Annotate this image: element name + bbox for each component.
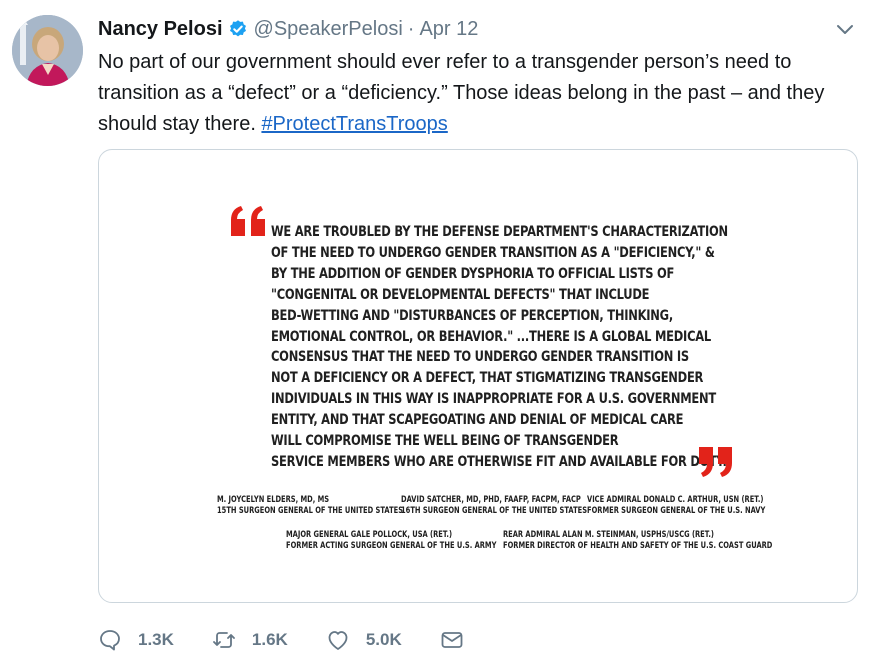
quote-line: individuals in this way is inappropriate… — [271, 391, 716, 408]
chevron-down-icon[interactable] — [836, 21, 854, 39]
author-handle[interactable]: @SpeakerPelosi — [254, 18, 403, 41]
profile-photo — [12, 15, 83, 86]
reply-icon — [100, 630, 120, 651]
quote-line: consensus that the need to undergo gende… — [271, 349, 689, 366]
signature-pollock: Major General Gale Pollock, USA (Ret.) F… — [286, 530, 496, 552]
tweet-header: Nancy Pelosi @SpeakerPelosi · Apr 12 — [98, 16, 478, 42]
signature-elders: M. Joycelyn Elders, MD, MS 15th Surgeon … — [217, 495, 403, 517]
hashtag-link[interactable]: #ProtectTransTroops — [261, 113, 447, 135]
retweet-button[interactable]: 1.6K — [212, 628, 288, 652]
separator-dot: · — [407, 17, 415, 40]
signature-title: Former Acting Surgeon General of the U.S… — [286, 541, 497, 551]
envelope-icon — [441, 632, 463, 648]
tweet-text: No part of our government should ever re… — [98, 47, 848, 140]
signature-satcher: David Satcher, MD, PhD, FAAFP, FACPM, FA… — [401, 495, 587, 517]
quote-line: We are troubled by the Defense Departmen… — [271, 224, 728, 240]
signature-title: Former Director of Health and Safety of … — [503, 541, 773, 551]
tweet-date[interactable]: Apr 12 — [419, 18, 478, 41]
open-quote-icon — [231, 206, 265, 236]
quote-line: "congenital or developmental defects" th… — [271, 286, 650, 303]
quote-text: We are troubled by the Defense Departmen… — [271, 222, 728, 473]
quote-line: will compromise the well being of transg… — [271, 433, 619, 450]
signature-name: David Satcher, MD, PhD, FAAFP, FACPM, FA… — [401, 495, 581, 505]
quote-line: service members who are otherwise fit an… — [271, 453, 727, 470]
direct-message-button[interactable] — [440, 628, 480, 652]
retweet-count: 1.6K — [251, 630, 288, 649]
quote-line: bed-wetting and "disturbances of percept… — [271, 307, 673, 324]
quote-line: not a deficiency or a defect, that stigm… — [271, 370, 704, 387]
signature-title: Former Surgeon General of the U.S. Navy — [587, 506, 766, 516]
quote-line: by the addition of gender dysphoria to o… — [271, 265, 675, 282]
heart-icon — [328, 631, 348, 650]
signature-title: 15th Surgeon General of the United State… — [217, 506, 404, 516]
signature-name: M. Joycelyn Elders, MD, MS — [217, 495, 330, 505]
signature-name: Major General Gale Pollock, USA (Ret.) — [286, 530, 453, 540]
signature-name: Vice Admiral Donald C. Arthur, USN (Ret.… — [587, 495, 764, 505]
signature-name: Rear Admiral Alan M. Steinman, USPHS/USC… — [503, 530, 714, 540]
tweet-body: No part of our government should ever re… — [98, 51, 825, 135]
close-quote-icon — [699, 447, 732, 477]
signature-title: 16th Surgeon General of the United State… — [401, 506, 588, 516]
retweet-icon — [213, 632, 235, 648]
signature-steinman: Rear Admiral Alan M. Steinman, USPHS/USC… — [503, 530, 772, 552]
quote-line: entity, and that scapegoating and denial… — [271, 412, 684, 429]
verified-badge-icon — [229, 20, 246, 37]
reply-button[interactable]: 1.3K — [98, 628, 174, 652]
signature-arthur: Vice Admiral Donald C. Arthur, USN (Ret.… — [587, 495, 765, 517]
like-count: 5.0K — [365, 630, 402, 649]
tweet-media-image[interactable]: We are troubled by the Defense Departmen… — [98, 149, 858, 603]
author-name[interactable]: Nancy Pelosi — [98, 18, 223, 41]
tweet-actions: 1.3K 1.6K 5.0K — [98, 626, 518, 654]
reply-count: 1.3K — [138, 630, 174, 649]
quote-line: of the need to undergo gender transition… — [271, 244, 715, 261]
avatar[interactable] — [12, 15, 83, 86]
quote-line: emotional control, or behavior." ...Ther… — [271, 328, 711, 345]
like-button[interactable]: 5.0K — [326, 628, 402, 652]
